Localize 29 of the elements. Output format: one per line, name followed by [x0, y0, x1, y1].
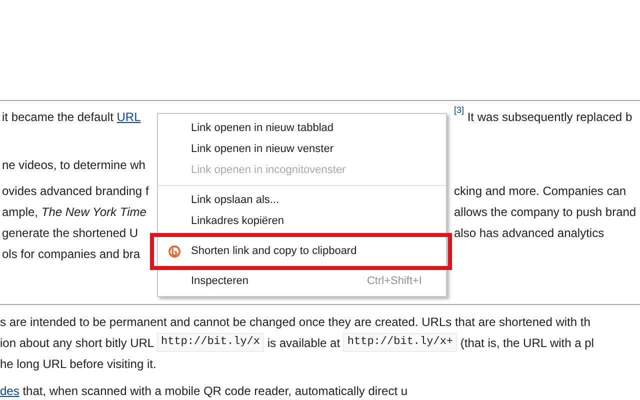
menu-item[interactable]: Inspecteren Ctrl+Shift+I	[158, 271, 446, 292]
menu-item[interactable]: Link opslaan als...	[158, 190, 446, 211]
article-text: It was subsequently replaced b	[466, 108, 632, 126]
article-text: that, when scanned with a mobile QR code reader, automatically direct u	[22, 382, 408, 400]
code-snippet: http://bit.ly/x	[156, 333, 264, 352]
menu-item[interactable]: Linkadres kopiëren	[158, 211, 446, 232]
article-text: also has advanced analytics	[454, 224, 604, 242]
article-text: ols for companies and bra	[2, 246, 140, 262]
article-text: it became the default	[2, 108, 114, 126]
article-text: he long URL before visiting it.	[0, 356, 156, 372]
article-text: generate the shortened U	[2, 224, 138, 242]
link[interactable]: des	[0, 382, 20, 400]
menu-item[interactable]: Link openen in nieuw venster	[158, 139, 446, 160]
article-text: ample,	[2, 204, 40, 220]
article-text: is available at	[266, 334, 342, 352]
italic-text: The New York Time	[41, 204, 146, 220]
menu-item[interactable]: Link openen in nieuw tabblad	[158, 118, 446, 139]
article-text: s are intended to be permanent and cannot be changed once they are created. URLs that are shortened with th	[0, 314, 590, 330]
article-text: ovides advanced branding f	[2, 182, 149, 200]
citation-link[interactable]: [3]	[454, 104, 464, 122]
menu-item[interactable]: Shorten link and copy to clipboard	[158, 241, 446, 262]
article-text: (that is, the URL with a pl	[459, 334, 594, 352]
article-text: cking and more. Companies can	[454, 182, 626, 200]
link[interactable]: URL	[116, 108, 141, 126]
article-text: ne videos, to determine wh	[2, 156, 146, 174]
article-text: allows the company to push brand	[454, 204, 636, 220]
code-snippet: http://bit.ly/x+	[343, 333, 458, 352]
article-text: ion about any short bitly URL	[0, 334, 155, 352]
shortcut-text: Ctrl+Shift+I	[366, 274, 422, 290]
